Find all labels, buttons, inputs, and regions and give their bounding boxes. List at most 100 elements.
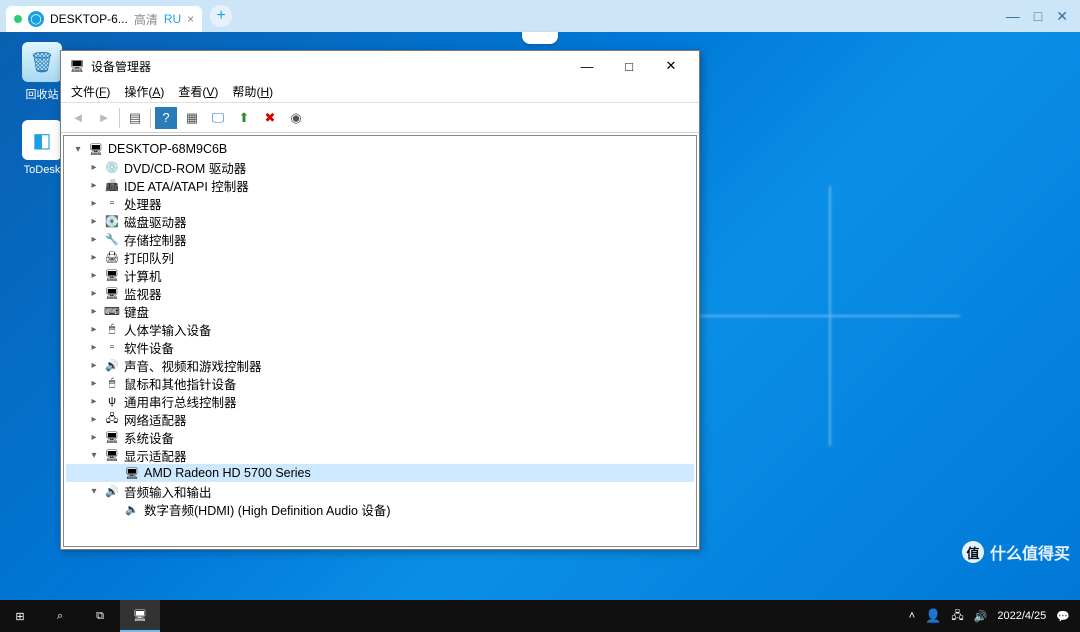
tree-category[interactable]: ▸🔊声音、视频和游戏控制器: [66, 356, 694, 374]
search-button[interactable]: ⌕: [40, 600, 80, 632]
help-button[interactable]: ?: [155, 107, 177, 129]
category-icon: 🖥: [104, 285, 120, 301]
menu-help[interactable]: 帮助(H): [232, 83, 273, 100]
gpu-icon: 🖥: [124, 465, 140, 481]
category-label: 处理器: [124, 194, 162, 213]
category-icon: 🖥: [104, 429, 120, 445]
forward-button[interactable]: ►: [93, 107, 115, 129]
tree-device-hdmi-audio[interactable]: 🔈 数字音频(HDMI) (High Definition Audio 设备): [66, 500, 694, 518]
category-label: 存储控制器: [124, 230, 187, 249]
collapse-icon[interactable]: ▾: [88, 450, 100, 461]
minimize-button[interactable]: —: [567, 52, 607, 80]
category-icon: 📠: [104, 177, 120, 193]
tray-volume-icon[interactable]: 🔊: [974, 610, 988, 623]
category-icon: 🖱: [104, 375, 120, 391]
tree-category[interactable]: ▸🖥计算机: [66, 266, 694, 284]
disable-button[interactable]: ◉: [285, 107, 307, 129]
audio-icon: 🔊: [104, 483, 120, 499]
tab-title: DESKTOP-6...: [50, 12, 128, 26]
expand-icon[interactable]: ▸: [88, 360, 100, 371]
tree-root[interactable]: ▾ 🖥 DESKTOP-68M9C6B: [66, 140, 694, 158]
expand-icon[interactable]: ▸: [88, 324, 100, 335]
session-dropdown-handle[interactable]: [522, 32, 558, 44]
tray-network-icon[interactable]: 🖧: [951, 607, 963, 626]
maximize-button[interactable]: □: [609, 52, 649, 80]
expand-icon[interactable]: ▸: [88, 378, 100, 389]
tray-notifications-icon[interactable]: 💬: [1056, 610, 1070, 623]
expand-icon[interactable]: ▸: [88, 216, 100, 227]
tree-device-amd-radeon[interactable]: 🖥 AMD Radeon HD 5700 Series: [66, 464, 694, 482]
expand-icon[interactable]: ▸: [88, 270, 100, 281]
collapse-icon[interactable]: ▾: [88, 486, 100, 497]
tree-root-label: DESKTOP-68M9C6B: [108, 142, 227, 156]
expand-icon[interactable]: ▸: [88, 180, 100, 191]
tab-lang: RU: [164, 12, 181, 26]
category-label: 声音、视频和游戏控制器: [124, 356, 262, 375]
tree-category[interactable]: ▸⌨键盘: [66, 302, 694, 320]
tree-category[interactable]: ▸🔧存储控制器: [66, 230, 694, 248]
category-label: 键盘: [124, 302, 149, 321]
properties-button[interactable]: ▦: [181, 107, 203, 129]
close-button[interactable]: ✕: [1056, 8, 1068, 25]
close-button[interactable]: ✕: [651, 52, 691, 80]
maximize-button[interactable]: □: [1034, 8, 1042, 25]
task-view-button[interactable]: ⧉: [80, 600, 120, 632]
expand-icon[interactable]: ▸: [88, 342, 100, 353]
tree-category[interactable]: ▸🖨打印队列: [66, 248, 694, 266]
window-controls: — □ ✕: [1006, 8, 1074, 25]
start-button[interactable]: ⊞: [0, 600, 40, 632]
menu-view[interactable]: 查看(V): [178, 83, 218, 100]
menu-file[interactable]: 文件(F): [71, 83, 110, 100]
uninstall-button[interactable]: ✖: [259, 107, 281, 129]
status-dot-icon: [14, 15, 22, 23]
tree-category[interactable]: ▸ 🖱鼠标和其他指针设备: [66, 374, 694, 392]
category-label: IDE ATA/ATAPI 控制器: [124, 176, 249, 195]
tree-category[interactable]: ▸🖧网络适配器: [66, 410, 694, 428]
window-titlebar[interactable]: 🖥 设备管理器 — □ ✕: [61, 51, 699, 81]
expand-icon[interactable]: ▸: [88, 396, 100, 407]
new-tab-button[interactable]: +: [210, 5, 232, 27]
tray-date[interactable]: 2022/4/25: [997, 610, 1046, 622]
tree-category-display-adapters[interactable]: ▾ 🖥 显示适配器: [66, 446, 694, 464]
device-tree[interactable]: ▾ 🖥 DESKTOP-68M9C6B ▸💿DVD/CD-ROM 驱动器▸📠ID…: [63, 135, 697, 547]
speaker-icon: 🔈: [124, 501, 140, 517]
expand-icon[interactable]: ▸: [88, 162, 100, 173]
taskbar-app-device-manager[interactable]: 🖥: [120, 600, 160, 632]
device-label: AMD Radeon HD 5700 Series: [144, 466, 311, 480]
tree-category[interactable]: ▸▫软件设备: [66, 338, 694, 356]
tree-category[interactable]: ▸ 📠IDE ATA/ATAPI 控制器: [66, 176, 694, 194]
expand-icon[interactable]: ▸: [88, 234, 100, 245]
collapse-icon[interactable]: ▾: [72, 144, 84, 155]
expand-icon[interactable]: ▸: [88, 432, 100, 443]
update-driver-button[interactable]: ⬆: [233, 107, 255, 129]
expand-icon[interactable]: ▸: [88, 288, 100, 299]
expand-icon[interactable]: ▸: [88, 306, 100, 317]
watermark-text: 什么值得买: [990, 540, 1070, 564]
menu-action[interactable]: 操作(A): [124, 83, 164, 100]
category-label: 显示适配器: [124, 446, 187, 465]
tree-category[interactable]: ▸ ▫处理器: [66, 194, 694, 212]
session-tab[interactable]: ◯ DESKTOP-6... 高清 RU ×: [6, 6, 202, 32]
show-hide-tree-button[interactable]: ▤: [124, 107, 146, 129]
expand-icon[interactable]: ▸: [88, 198, 100, 209]
tab-close-icon[interactable]: ×: [187, 12, 194, 26]
tree-category[interactable]: ▸🖥监视器: [66, 284, 694, 302]
expand-icon[interactable]: ▸: [88, 414, 100, 425]
back-button[interactable]: ◄: [67, 107, 89, 129]
todesk-icon: ◧: [22, 120, 62, 160]
tree-category[interactable]: ▸🖥系统设备: [66, 428, 694, 446]
minimize-button[interactable]: —: [1006, 8, 1020, 25]
tree-category[interactable]: ▸ψ通用串行总线控制器: [66, 392, 694, 410]
category-icon: ▫: [104, 195, 120, 211]
tree-category-audio-io[interactable]: ▾ 🔊 音频输入和输出: [66, 482, 694, 500]
expand-icon[interactable]: ▸: [88, 252, 100, 263]
tree-category[interactable]: ▸🖱人体学输入设备: [66, 320, 694, 338]
tray-chevron-icon[interactable]: ˄: [909, 610, 915, 622]
category-label: 鼠标和其他指针设备: [124, 374, 237, 393]
scan-hardware-button[interactable]: 🖵: [207, 107, 229, 129]
tree-category[interactable]: ▸💿DVD/CD-ROM 驱动器: [66, 158, 694, 176]
category-icon: 🖥: [104, 267, 120, 283]
remote-desktop[interactable]: 🗑 回收站 ◧ ToDesk 🖥 设备管理器 — □ ✕ 文件(F) 操作(A)…: [0, 32, 1080, 600]
tray-people-icon[interactable]: 👤: [925, 608, 941, 624]
tree-category[interactable]: ▸💽磁盘驱动器: [66, 212, 694, 230]
